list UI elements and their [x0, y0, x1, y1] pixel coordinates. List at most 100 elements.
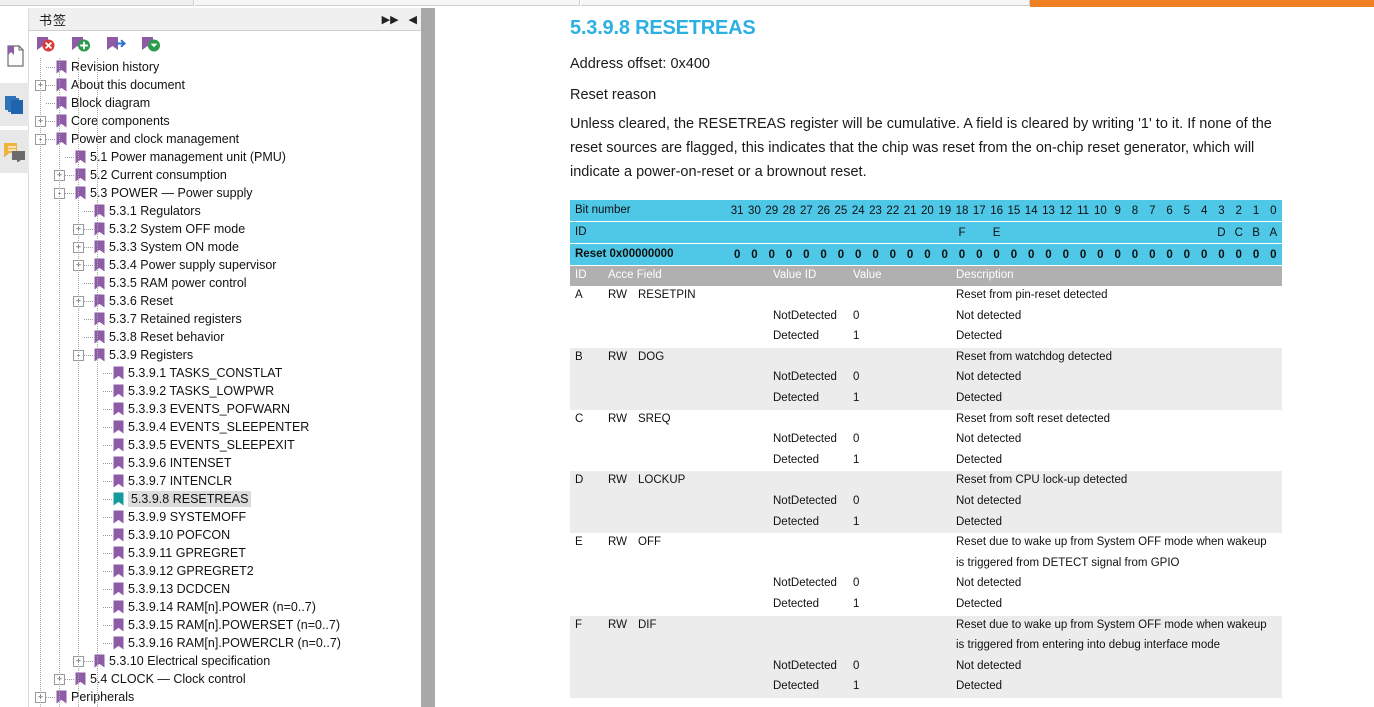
bit-cell: 2: [1235, 205, 1242, 217]
bit-cell: 31: [730, 205, 744, 217]
field-name: SREQ: [638, 412, 671, 425]
collapse-bookmarks-button[interactable]: [141, 35, 163, 56]
bit-cell: 0: [1149, 249, 1156, 261]
tree-connector-line: [65, 174, 74, 176]
panel-splitter[interactable]: [421, 8, 435, 707]
bookmark-icon: [56, 78, 67, 92]
tree-connector-line: [103, 552, 112, 554]
new-bookmark-button[interactable]: [71, 35, 93, 56]
bookmark-tree-item[interactable]: +5.4 CLOCK — Clock control: [29, 670, 407, 688]
bookmark-item-label: Revision history: [71, 60, 160, 74]
bit-cell: 9: [1114, 205, 1121, 217]
bookmark-tree-item[interactable]: - Power and clock management: [29, 130, 407, 148]
bookmark-tree-item[interactable]: +5.3.2 System OFF mode: [29, 220, 407, 238]
bookmark-tree-item[interactable]: 5.3.9.9 SYSTEMOFF: [29, 508, 407, 526]
document-page: 5.3.9.8 RESETREAS Address offset: 0x400 …: [435, 8, 1374, 707]
bookmark-item-label: 5.3.9.11 GPREGRET: [128, 546, 246, 560]
page-thumbnails-icon[interactable]: [0, 83, 29, 126]
bit-cell: 0: [1062, 249, 1069, 261]
bookmark-tree-item[interactable]: + Core components: [29, 112, 407, 130]
bookmark-tree-item[interactable]: +5.2 Current consumption: [29, 166, 407, 184]
bookmark-tree-item[interactable]: 5.3.9.16 RAM[n].POWERCLR (n=0..7): [29, 634, 407, 652]
value: 0: [853, 433, 860, 446]
bookmark-tree-item[interactable]: 5.3.9.15 RAM[n].POWERSET (n=0..7): [29, 616, 407, 634]
bookmark-tree-item[interactable]: 5.3.9.3 EVENTS_POFWARN: [29, 400, 407, 418]
expand-panel-button[interactable]: ▶▶: [382, 13, 399, 26]
value: 0: [853, 494, 860, 507]
bookmark-icon: [113, 510, 124, 524]
bookmark-tree-item[interactable]: 5.1 Power management unit (PMU): [29, 148, 407, 166]
delete-bookmark-button[interactable]: [36, 35, 58, 56]
bookmark-tree-item[interactable]: 5.3.9.5 EVENTS_SLEEPEXIT: [29, 436, 407, 454]
bit-cell: 13: [1042, 205, 1055, 217]
bookmark-icon: [94, 204, 105, 218]
page-title: 5.3.9.8 RESETREAS: [570, 17, 756, 39]
bit-cell: 12: [1059, 205, 1073, 217]
table-row: Detected 1 Detected: [570, 389, 1282, 410]
bookmarks-panel: 书签 ▶▶ ◀ Revision history + About this do…: [29, 8, 449, 707]
tree-guide-line: [59, 58, 60, 707]
bit-cell: D: [1217, 227, 1226, 239]
bookmark-tree-item[interactable]: Revision history: [29, 58, 407, 76]
field-access: RW: [608, 412, 627, 425]
bookmark-icon: [113, 582, 124, 596]
bookmark-tree-item[interactable]: 5.3.9.6 INTENSET: [29, 454, 407, 472]
tree-connector-line: [46, 696, 55, 698]
bookmark-tree-item[interactable]: 5.3.7 Retained registers: [29, 310, 407, 328]
bookmark-tree-item[interactable]: 5.3.8 Reset behavior: [29, 328, 407, 346]
bookmark-item-label: 5.3.9.10 POFCON: [128, 528, 231, 542]
bookmark-tree-item[interactable]: 5.3.1 Regulators: [29, 202, 407, 220]
bookmark-item-label: 5.3.4 Power supply supervisor: [109, 258, 277, 272]
bookmarks-panel-header: 书签 ▶▶ ◀: [29, 8, 421, 31]
table-row: A RW RESETPIN Reset from pin-reset detected: [570, 286, 1282, 307]
bookmark-item-label: Core components: [71, 114, 170, 128]
bookmark-tree-item[interactable]: 5.3.9.14 RAM[n].POWER (n=0..7): [29, 598, 407, 616]
pdf-reader-window: 书签 ▶▶ ◀ Revision history + About this do…: [0, 0, 1374, 707]
bookmarks-panel-icon[interactable]: [0, 34, 29, 77]
bookmark-tree-item[interactable]: 5.3.9.12 GPREGRET2: [29, 562, 407, 580]
bookmark-icon: [56, 114, 67, 128]
bookmark-tree-item[interactable]: -5.3.9 Registers: [29, 346, 407, 364]
bit-cell: [798, 222, 815, 244]
bookmark-tree-item[interactable]: +5.3.6 Reset: [29, 292, 407, 310]
bookmarks-tree[interactable]: Revision history + About this document Bloc…: [29, 58, 407, 707]
bit-cell: 0: [1114, 249, 1121, 261]
bit-cell: [1074, 222, 1091, 244]
bookmark-icon: [75, 168, 86, 182]
bookmark-tree-item[interactable]: 5.3.9.8 RESETREAS: [29, 490, 407, 508]
collapse-panel-button[interactable]: ◀: [409, 13, 417, 26]
bit-cell: 3: [1218, 205, 1225, 217]
bit-cell: [763, 222, 780, 244]
bookmark-tree-item[interactable]: +5.3.4 Power supply supervisor: [29, 256, 407, 274]
bookmark-tree-item[interactable]: 5.3.9.2 TASKS_LOWPWR: [29, 382, 407, 400]
bit-cell: 0: [1079, 249, 1087, 261]
field-description: Reset from pin-reset detected: [956, 289, 1108, 301]
bookmark-tree-item[interactable]: Block diagram: [29, 94, 407, 112]
bit-cell: 0: [906, 249, 914, 261]
field-id: E: [575, 536, 583, 549]
document-view[interactable]: 5.3.9.8 RESETREAS Address offset: 0x400 …: [435, 8, 1374, 707]
bookmark-tree-item[interactable]: 5.3.9.11 GPREGRET: [29, 544, 407, 562]
bookmark-tree-item[interactable]: 5.3.5 RAM power control: [29, 274, 407, 292]
table-row: B RW DOG Reset from watchdog detected: [570, 348, 1282, 369]
bookmark-icon: [113, 456, 124, 470]
bookmark-icon: [56, 690, 67, 704]
bookmark-tree-item[interactable]: + About this document: [29, 76, 407, 94]
bit-cell: 0: [1270, 249, 1277, 261]
bit-cell: 0: [1218, 249, 1225, 261]
bookmark-tree-item[interactable]: 5.3.9.10 POFCON: [29, 526, 407, 544]
field-id: A: [575, 289, 583, 301]
bookmark-tree-item[interactable]: 5.3.9.7 INTENCLR: [29, 472, 407, 490]
bookmark-tree-item[interactable]: + Peripherals: [29, 688, 407, 706]
col-value-id-header: Value ID: [773, 269, 817, 281]
bookmark-tree-item[interactable]: 5.3.9.1 TASKS_CONSTLAT: [29, 364, 407, 382]
navigation-pane-rail: [0, 8, 29, 707]
bookmark-tree-item[interactable]: +5.3.10 Electrical specification: [29, 652, 407, 670]
bookmark-tree-item[interactable]: +5.3.3 System ON mode: [29, 238, 407, 256]
bookmark-tree-item[interactable]: 5.3.9.4 EVENTS_SLEEPENTER: [29, 418, 407, 436]
goto-bookmark-button[interactable]: [106, 35, 128, 56]
bookmark-tree-item[interactable]: -5.3 POWER — Power supply: [29, 184, 407, 202]
bookmark-tree-item[interactable]: 5.3.9.13 DCDCEN: [29, 580, 407, 598]
bit-cell: 11: [1077, 205, 1090, 217]
comments-panel-icon[interactable]: [0, 130, 29, 173]
